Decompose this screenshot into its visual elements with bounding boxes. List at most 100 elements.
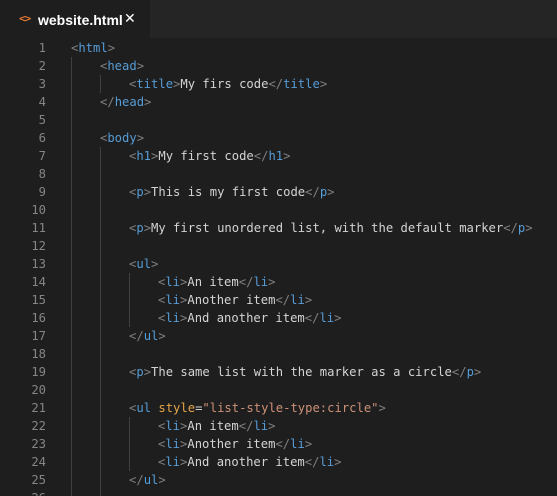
tag-bracket: > <box>327 185 335 199</box>
tag-name: ul <box>136 257 152 271</box>
tag-bracket: </ <box>275 437 291 451</box>
tag-name: li <box>253 275 269 289</box>
line-code[interactable]: <h1>My first code</h1> <box>129 147 290 165</box>
tag-name: ul <box>143 473 159 487</box>
tag-name: li <box>165 419 181 433</box>
line-code[interactable]: <ul> <box>129 255 158 273</box>
tag-name: p <box>136 185 144 199</box>
code-line[interactable]: 9 <p>This is my first code</p> <box>0 183 557 201</box>
code-area[interactable]: 1 <html> 2 <head> 3 <title>My firs code</titl… <box>0 38 557 496</box>
tag-bracket: </ <box>129 473 144 487</box>
code-line[interactable]: 3 <title>My firs code</title> <box>0 75 557 93</box>
code-line[interactable]: 19 <p>The same list with the marker as a … <box>0 363 557 381</box>
code-line[interactable]: 5 <box>0 111 557 129</box>
line-number: 20 <box>31 383 46 397</box>
tag-name: p <box>136 365 144 379</box>
tag-name: p <box>466 365 474 379</box>
code-line[interactable]: 17 </ul> <box>0 327 557 345</box>
tag-name: head <box>114 95 145 109</box>
tag-bracket: > <box>136 131 145 145</box>
tag-name: ul <box>143 329 159 343</box>
code-line[interactable]: 10 <box>0 201 557 219</box>
code-line[interactable]: 7 <h1>My first code</h1> <box>0 147 557 165</box>
line-number: 25 <box>31 473 46 487</box>
line-code[interactable]: </ul> <box>129 327 166 345</box>
indent-guide <box>100 75 101 93</box>
tab-website-html[interactable]: <> website.html ✕ <box>0 0 150 38</box>
line-code[interactable]: <li>An item</li> <box>158 417 275 435</box>
line-number: 5 <box>38 113 46 127</box>
tab-label[interactable]: website.html <box>38 12 123 28</box>
code-editor[interactable]: <> website.html ✕ 1 <html> 2 <head> 3 <title>… <box>0 0 557 496</box>
line-code[interactable]: <body> <box>100 129 144 147</box>
line-code[interactable]: <title>My firs code</title> <box>129 75 327 93</box>
tag-name: title <box>136 77 174 91</box>
line-code[interactable]: <li>Another item</li> <box>158 435 312 453</box>
code-line[interactable]: 2 <head> <box>0 57 557 75</box>
line-number: 16 <box>31 311 46 325</box>
code-line[interactable]: 8 <box>0 165 557 183</box>
close-icon[interactable]: ✕ <box>124 11 136 27</box>
tag-name: h1 <box>268 149 284 163</box>
code-line[interactable]: 18 <box>0 345 557 363</box>
tab-bar: <> website.html ✕ <box>0 0 557 38</box>
code-line[interactable]: 14 <li>An item</li> <box>0 273 557 291</box>
tag-bracket: > <box>268 419 276 433</box>
tag-name: li <box>253 419 269 433</box>
tag-bracket: > <box>158 329 166 343</box>
indent-guide <box>71 57 72 496</box>
tag-bracket: > <box>283 149 291 163</box>
tag-bracket: > <box>268 275 276 289</box>
code-line[interactable]: 21 <ul style="list-style-type:circle"> <box>0 399 557 417</box>
line-code[interactable]: <html> <box>71 39 115 57</box>
tag-bracket: > <box>107 41 116 55</box>
tag-name: li <box>165 275 181 289</box>
line-code[interactable]: <li>An item</li> <box>158 273 275 291</box>
code-line[interactable]: 16 <li>And another item</li> <box>0 309 557 327</box>
code-line[interactable]: 22 <li>An item</li> <box>0 417 557 435</box>
tag-bracket: </ <box>238 275 254 289</box>
tag-bracket: </ <box>305 185 320 199</box>
code-line[interactable]: 24 <li>And another item</li> <box>0 453 557 471</box>
code-line[interactable]: 15 <li>Another item</li> <box>0 291 557 309</box>
line-code[interactable]: <p>The same list with the marker as a ci… <box>129 363 481 381</box>
line-code[interactable]: <li>And another item</li> <box>158 309 342 327</box>
code-line[interactable]: 4 </head> <box>0 93 557 111</box>
code-line[interactable]: 13 <ul> <box>0 255 557 273</box>
line-code[interactable]: </ul> <box>129 471 166 489</box>
code-line[interactable]: 25 </ul> <box>0 471 557 489</box>
line-number: 24 <box>31 455 46 469</box>
tag-bracket: </ <box>268 77 284 91</box>
tag-bracket: > <box>143 221 152 235</box>
tag-bracket: > <box>143 185 152 199</box>
code-line[interactable]: 1 <html> <box>0 39 557 57</box>
line-number: 12 <box>31 239 46 253</box>
line-code[interactable]: <li>And another item</li> <box>158 453 342 471</box>
code-line[interactable]: 6 <body> <box>0 129 557 147</box>
tag-name: html <box>78 41 108 55</box>
code-line[interactable]: 23 <li>Another item</li> <box>0 435 557 453</box>
code-line[interactable]: 12 <box>0 237 557 255</box>
code-line[interactable]: 20 <box>0 381 557 399</box>
code-line[interactable]: 11 <p>My first unordered list, with the d… <box>0 219 557 237</box>
tag-bracket: </ <box>304 311 320 325</box>
tag-name: p <box>136 221 144 235</box>
line-number: 17 <box>31 329 46 343</box>
line-code[interactable]: <ul style="list-style-type:circle"> <box>129 399 386 417</box>
tag-name: body <box>107 131 137 145</box>
line-code[interactable]: <p>My first unordered list, with the def… <box>129 219 533 237</box>
line-code[interactable]: <p>This is my first code</p> <box>129 183 335 201</box>
text-content: An item <box>187 419 239 433</box>
tag-bracket: > <box>319 77 328 91</box>
tag-name: head <box>107 59 137 73</box>
line-code[interactable]: <li>Another item</li> <box>158 291 312 309</box>
tag-name: li <box>165 293 181 307</box>
tag-name: ul <box>136 401 152 415</box>
tag-bracket: > <box>136 59 145 73</box>
line-number: 11 <box>31 221 46 235</box>
line-number: 23 <box>31 437 46 451</box>
line-code[interactable]: </head> <box>100 93 151 111</box>
line-code[interactable]: <head> <box>100 57 144 75</box>
code-line[interactable]: 26 <box>0 489 557 496</box>
text-content: Another item <box>187 437 276 451</box>
